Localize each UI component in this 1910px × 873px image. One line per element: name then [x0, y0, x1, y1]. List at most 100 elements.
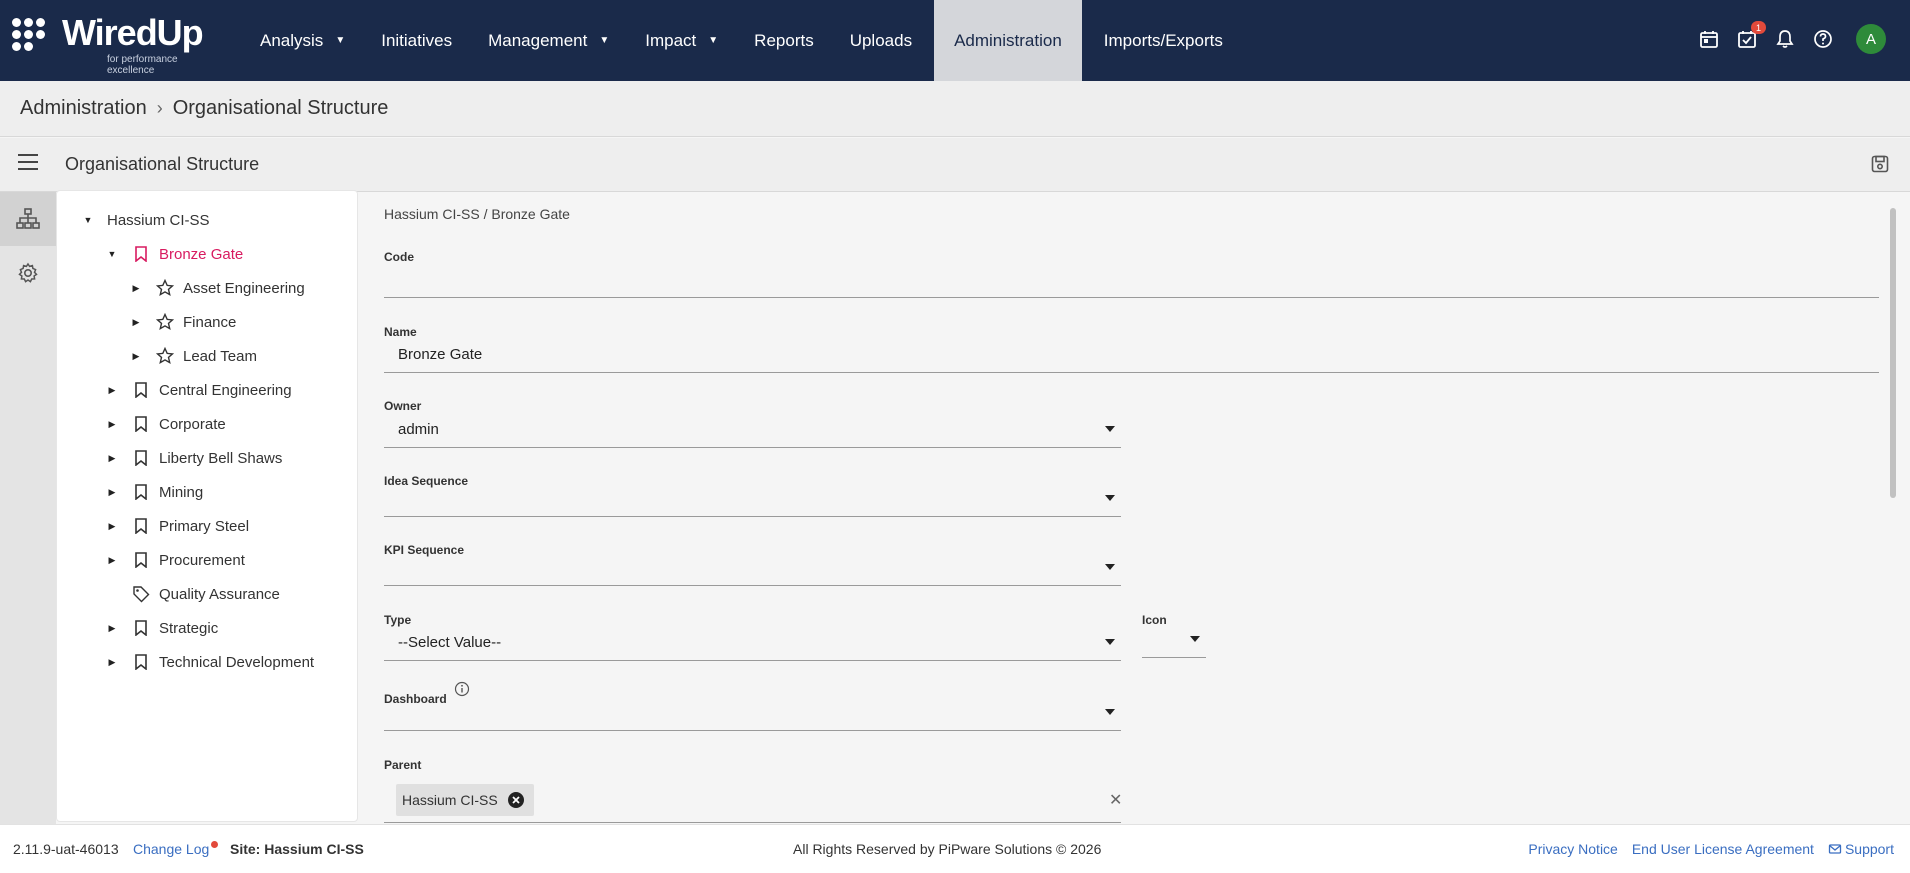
footer-links: Privacy Notice End User License Agreemen…: [1528, 841, 1894, 857]
bookmark-icon: [131, 516, 151, 536]
rail-org-structure[interactable]: [0, 192, 56, 246]
chevron-down-icon: ▼: [708, 35, 719, 46]
bookmark-icon: [131, 244, 151, 264]
tree-node-mining[interactable]: ▶ Mining: [105, 478, 204, 506]
form-path: Hassium CI-SS / Bronze Gate: [384, 206, 570, 222]
breadcrumb-root[interactable]: Administration: [20, 97, 147, 120]
breadcrumb: Administration › Organisational Structur…: [0, 81, 1910, 137]
nav-initiatives[interactable]: Initiatives: [363, 0, 470, 81]
footer: 2.11.9-uat-46013 Change Log Site: Hassiu…: [0, 824, 1910, 873]
chevron-right-icon: ›: [156, 98, 163, 118]
tree-node-finance[interactable]: ▶ Finance: [129, 308, 236, 336]
tree-node-quality-assurance[interactable]: Quality Assurance: [105, 580, 280, 608]
icon-select[interactable]: [1142, 622, 1206, 658]
section-header: Organisational Structure: [0, 138, 1910, 192]
idea-sequence-select[interactable]: [384, 481, 1121, 517]
tree-node-primary-steel[interactable]: ▶ Primary Steel: [105, 512, 250, 540]
task-checklist-icon[interactable]: 1: [1736, 21, 1766, 51]
dropdown-arrow-icon: [1105, 709, 1115, 715]
parent-underline: [384, 822, 1121, 823]
tree-node-lead-team[interactable]: ▶ Lead Team: [129, 342, 257, 370]
tree-node-hassium[interactable]: ▼ Hassium CI-SS: [81, 206, 210, 234]
nav-management[interactable]: Management ▼: [470, 0, 627, 81]
main-menu: Analysis ▼ Initiatives Management ▼ Impact…: [242, 0, 1241, 81]
bell-icon[interactable]: [1774, 27, 1796, 51]
owner-select[interactable]: admin: [384, 412, 1121, 448]
caret-right-icon[interactable]: ▶: [129, 283, 143, 294]
app-version: 2.11.9-uat-46013: [13, 841, 119, 857]
nav-uploads[interactable]: Uploads: [832, 0, 930, 81]
kpi-sequence-select[interactable]: [384, 550, 1121, 586]
dropdown-arrow-icon: [1105, 426, 1115, 432]
caret-down-icon[interactable]: ▼: [81, 215, 95, 225]
chevron-down-icon: ▼: [599, 35, 610, 46]
star-icon: [155, 312, 175, 332]
wiredup-logo[interactable]: WiredUp for performance excellence: [12, 12, 227, 76]
tree-node-central-engineering[interactable]: ▶ Central Engineering: [105, 376, 292, 404]
side-rail: [0, 192, 56, 824]
form-scrollbar[interactable]: [1890, 208, 1896, 498]
clear-parent-icon[interactable]: ✕: [1109, 790, 1122, 810]
calendar-icon[interactable]: [1698, 27, 1720, 51]
support-icon: [1828, 844, 1842, 854]
caret-right-icon[interactable]: ▶: [105, 521, 119, 532]
dropdown-arrow-icon: [1105, 495, 1115, 501]
nav-reports[interactable]: Reports: [736, 0, 832, 81]
bookmark-icon: [131, 414, 151, 434]
parent-chip[interactable]: Hassium CI-SS: [396, 784, 534, 816]
save-icon[interactable]: [1870, 154, 1890, 174]
org-unit-form: Hassium CI-SS / Bronze Gate Code Name Br…: [368, 192, 1898, 824]
nav-imports-exports[interactable]: Imports/Exports: [1086, 0, 1241, 81]
copyright-text: All Rights Reserved by PiPware Solutions…: [793, 841, 1102, 857]
tree-node-technical-development[interactable]: ▶ Technical Development: [105, 648, 315, 676]
nav-analysis[interactable]: Analysis ▼: [242, 0, 363, 81]
bookmark-icon: [131, 448, 151, 468]
avatar[interactable]: A: [1856, 24, 1886, 54]
tree-node-corporate[interactable]: ▶ Corporate: [105, 410, 226, 438]
caret-right-icon[interactable]: ▶: [105, 555, 119, 566]
help-icon[interactable]: [1812, 27, 1834, 51]
caret-right-icon[interactable]: ▶: [105, 487, 119, 498]
nav-administration[interactable]: Administration: [934, 0, 1082, 81]
logo-tagline: for performance excellence: [107, 54, 178, 76]
site-label: Site: Hassium CI-SS: [230, 841, 364, 857]
caret-right-icon[interactable]: ▶: [129, 317, 143, 328]
caret-right-icon[interactable]: ▶: [105, 623, 119, 634]
caret-right-icon[interactable]: ▶: [105, 453, 119, 464]
caret-right-icon[interactable]: ▶: [105, 657, 119, 668]
hamburger-menu-icon[interactable]: [18, 154, 38, 172]
code-field[interactable]: [384, 262, 1879, 298]
tree-node-asset-engineering[interactable]: ▶ Asset Engineering: [129, 274, 305, 302]
bookmark-icon: [131, 652, 151, 672]
nav-impact[interactable]: Impact ▼: [627, 0, 736, 81]
remove-chip-icon[interactable]: [507, 792, 524, 808]
support-link[interactable]: Support: [1828, 841, 1894, 857]
nav-utility-icons: 1 A: [1698, 21, 1886, 54]
caret-right-icon[interactable]: ▶: [105, 419, 119, 430]
name-field[interactable]: Bronze Gate: [384, 337, 1879, 373]
privacy-notice-link[interactable]: Privacy Notice: [1528, 841, 1617, 857]
caret-down-icon[interactable]: ▼: [105, 249, 119, 259]
star-icon: [155, 346, 175, 366]
rail-settings[interactable]: [0, 246, 56, 300]
bookmark-icon: [131, 618, 151, 638]
breadcrumb-current: Organisational Structure: [172, 97, 389, 119]
gear-icon: [18, 262, 38, 283]
eula-link[interactable]: End User License Agreement: [1632, 841, 1814, 857]
type-select[interactable]: --Select Value--: [384, 625, 1121, 661]
dropdown-arrow-icon: [1105, 639, 1115, 645]
caret-right-icon[interactable]: ▶: [129, 351, 143, 362]
bookmark-icon: [131, 550, 151, 570]
tree-node-strategic[interactable]: ▶ Strategic: [105, 614, 219, 642]
dashboard-select[interactable]: [384, 695, 1121, 731]
caret-right-icon[interactable]: ▶: [105, 385, 119, 396]
change-log-link[interactable]: Change Log: [133, 841, 219, 857]
chevron-down-icon: ▼: [335, 35, 346, 46]
tree-node-liberty-bell-shaws[interactable]: ▶ Liberty Bell Shaws: [105, 444, 283, 472]
org-tree-panel: ▼ Hassium CI-SS ▼ Bronze Gate ▶ Asset En…: [56, 190, 358, 822]
tree-node-bronze-gate[interactable]: ▼ Bronze Gate: [105, 240, 244, 268]
top-navigation-bar: WiredUp for performance excellence Analy…: [0, 0, 1910, 81]
org-chart-icon: [16, 208, 40, 229]
new-changes-dot-icon: [211, 841, 219, 848]
tree-node-procurement[interactable]: ▶ Procurement: [105, 546, 245, 574]
